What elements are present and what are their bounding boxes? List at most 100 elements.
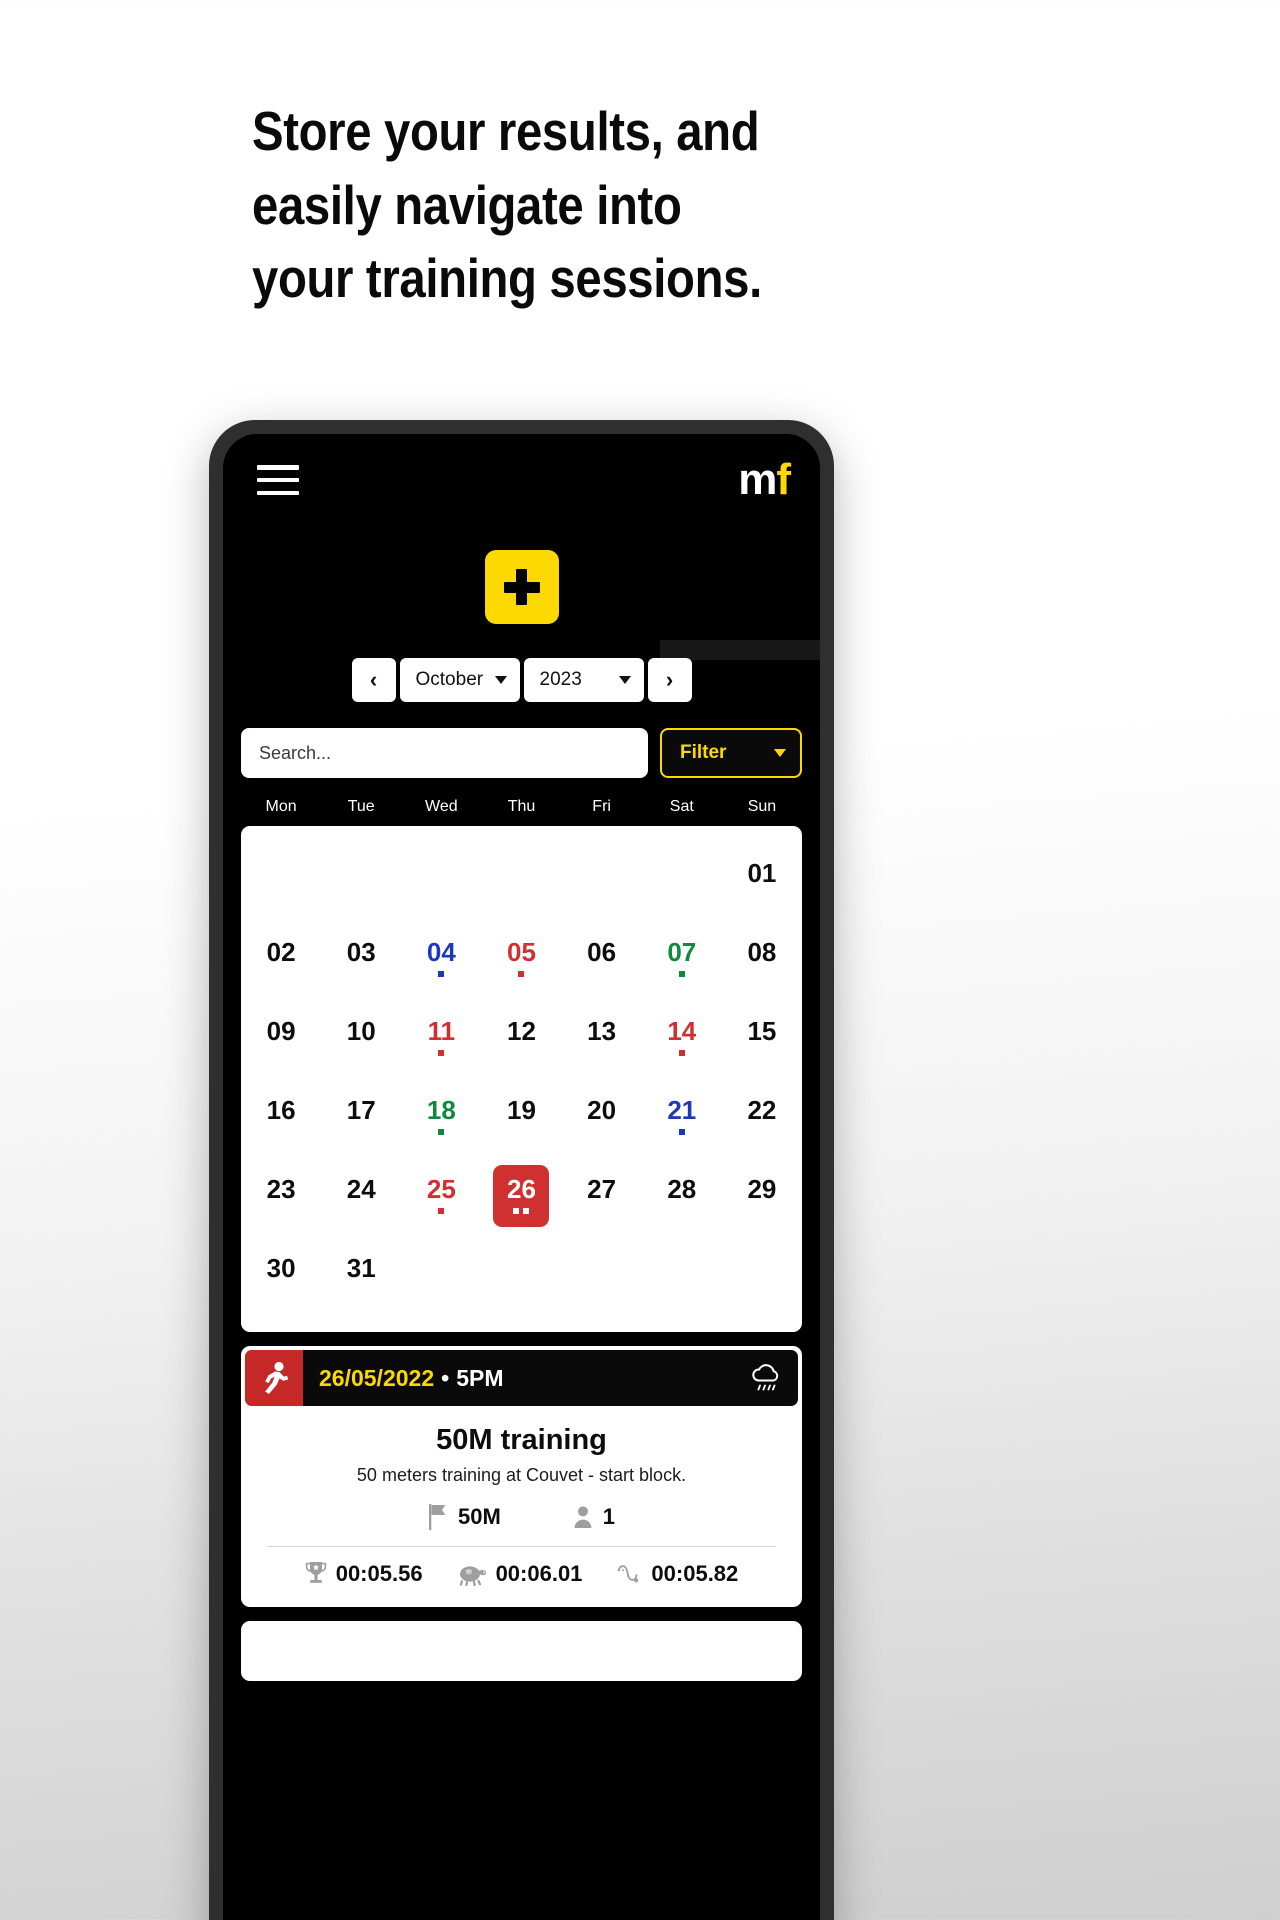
calendar-day-number: 02: [266, 937, 296, 967]
calendar-day-number: 13: [587, 1016, 617, 1046]
calendar-day-number: 25: [426, 1174, 456, 1204]
calendar-day-dots: [678, 1129, 685, 1136]
year-value: 2023: [539, 669, 582, 690]
event-dot: [438, 1050, 445, 1056]
running-icon: [245, 1350, 303, 1406]
search-input[interactable]: [241, 728, 648, 778]
calendar-day-number: 28: [667, 1174, 697, 1204]
calendar-day-empty: [481, 840, 561, 919]
calendar-day-04[interactable]: 04: [401, 919, 481, 998]
calendar-day-15[interactable]: 15: [722, 998, 802, 1077]
hamburger-icon[interactable]: [257, 465, 299, 495]
calendar-day-number: 20: [587, 1095, 617, 1125]
weekday-wed: Wed: [425, 798, 458, 815]
calendar-day-number: 14: [667, 1016, 697, 1046]
event-dot: [438, 1208, 445, 1214]
calendar-day-02[interactable]: 02: [241, 919, 321, 998]
flag-icon: [428, 1504, 446, 1530]
month-year-selector: ‹ October 2023 ›: [223, 658, 820, 702]
calendar-day-07[interactable]: 07: [642, 919, 722, 998]
hamburger-bar: [257, 465, 299, 470]
calendar-day-30[interactable]: 30: [241, 1235, 321, 1314]
calendar-day-12[interactable]: 12: [481, 998, 561, 1077]
chevron-down-icon: [774, 749, 786, 757]
phone-mockup: mf ‹ October 2023 › Filter: [209, 420, 834, 1920]
weekday-sat: Sat: [669, 798, 694, 815]
headline-line-1: Store your results, and: [252, 100, 760, 162]
search-filter-row: Filter: [223, 728, 820, 778]
next-month-button[interactable]: ›: [647, 658, 692, 702]
calendar-grid: 01 02 03 04 05 06 07 08 09 10 11 12 13 14 15 16 17 18 19 20…: [241, 840, 802, 1314]
session-stats-row: 50M 1: [241, 1504, 802, 1530]
calendar-day-18[interactable]: 18: [401, 1077, 481, 1156]
calendar-day-empty: [401, 840, 481, 919]
calendar-day-number: 09: [266, 1016, 296, 1046]
calendar-day-number: 30: [266, 1253, 296, 1283]
calendar-day-28[interactable]: 28: [642, 1156, 722, 1235]
calendar: 01 02 03 04 05 06 07 08 09 10 11 12 13 14 15 16 17 18 19 20…: [241, 826, 802, 1332]
calendar-day-06[interactable]: 06: [562, 919, 642, 998]
calendar-day-11[interactable]: 11: [401, 998, 481, 1077]
year-dropdown[interactable]: 2023: [523, 658, 644, 702]
calendar-day-20[interactable]: 20: [562, 1077, 642, 1156]
session-date: 26/05/2022: [319, 1364, 435, 1391]
calendar-day-number: 01: [747, 858, 777, 888]
event-dot: [513, 1208, 520, 1214]
add-session-button[interactable]: [484, 550, 559, 624]
weekday-header-row: Mon Tue Wed Thu Fri Sat Sun: [223, 798, 820, 816]
calendar-day-dots: [438, 1129, 445, 1136]
next-session-card[interactable]: [241, 1621, 802, 1681]
calendar-day-27[interactable]: 27: [562, 1156, 642, 1235]
add-button-row: [223, 550, 820, 624]
calendar-day-29[interactable]: 29: [722, 1156, 802, 1235]
weekday-tue: Tue: [347, 798, 375, 815]
calendar-day-13[interactable]: 13: [562, 998, 642, 1077]
calendar-day-dots: [518, 971, 525, 978]
app-logo: mf: [738, 458, 791, 502]
average-icon: [618, 1565, 639, 1583]
calendar-day-01[interactable]: 01: [722, 840, 802, 919]
prev-month-button[interactable]: ‹: [351, 658, 396, 702]
session-card[interactable]: 26/05/2022 • 5PM 50M training 50 meters …: [241, 1346, 802, 1607]
calendar-day-05[interactable]: 05: [481, 919, 561, 998]
calendar-day-empty: [562, 840, 642, 919]
month-value: October: [415, 669, 484, 690]
calendar-day-19[interactable]: 19: [481, 1077, 561, 1156]
filter-button[interactable]: Filter: [660, 728, 802, 778]
calendar-day-number: 16: [266, 1095, 296, 1125]
headline-line-3: your training sessions.: [252, 247, 762, 310]
calendar-day-number: 04: [426, 937, 456, 967]
calendar-day-24[interactable]: 24: [321, 1156, 401, 1235]
hamburger-bar: [257, 490, 299, 495]
calendar-day-16[interactable]: 16: [241, 1077, 321, 1156]
calendar-day-empty: [321, 840, 401, 919]
weekday-sun: Sun: [747, 798, 777, 815]
calendar-day-number: 15: [747, 1016, 777, 1046]
calendar-day-number: 03: [346, 937, 376, 967]
calendar-day-23[interactable]: 23: [241, 1156, 321, 1235]
rain-cloud-icon: [734, 1350, 798, 1406]
calendar-day-03[interactable]: 03: [321, 919, 401, 998]
calendar-day-number: 17: [346, 1095, 376, 1125]
event-dot: [678, 971, 685, 977]
calendar-day-17[interactable]: 17: [321, 1077, 401, 1156]
session-card-header: 26/05/2022 • 5PM: [245, 1350, 798, 1406]
weekday-fri: Fri: [592, 798, 611, 815]
session-description: 50 meters training at Couvet - start blo…: [356, 1465, 687, 1485]
calendar-day-number: 05: [507, 937, 536, 967]
calendar-day-number: 27: [587, 1174, 617, 1204]
calendar-day-10[interactable]: 10: [321, 998, 401, 1077]
calendar-day-31[interactable]: 31: [321, 1235, 401, 1314]
month-dropdown[interactable]: October: [399, 658, 520, 702]
calendar-day-number: 24: [346, 1174, 376, 1204]
calendar-day-25[interactable]: 25: [401, 1156, 481, 1235]
filter-label: Filter: [680, 742, 727, 763]
calendar-day-08[interactable]: 08: [722, 919, 802, 998]
calendar-day-14[interactable]: 14: [642, 998, 722, 1077]
calendar-day-26[interactable]: 26: [481, 1156, 561, 1235]
worst-time-value: 00:06.01: [495, 1561, 583, 1586]
calendar-day-22[interactable]: 22: [722, 1077, 802, 1156]
calendar-day-21[interactable]: 21: [642, 1077, 722, 1156]
calendar-day-09[interactable]: 09: [241, 998, 321, 1077]
plus-icon: [503, 569, 540, 605]
